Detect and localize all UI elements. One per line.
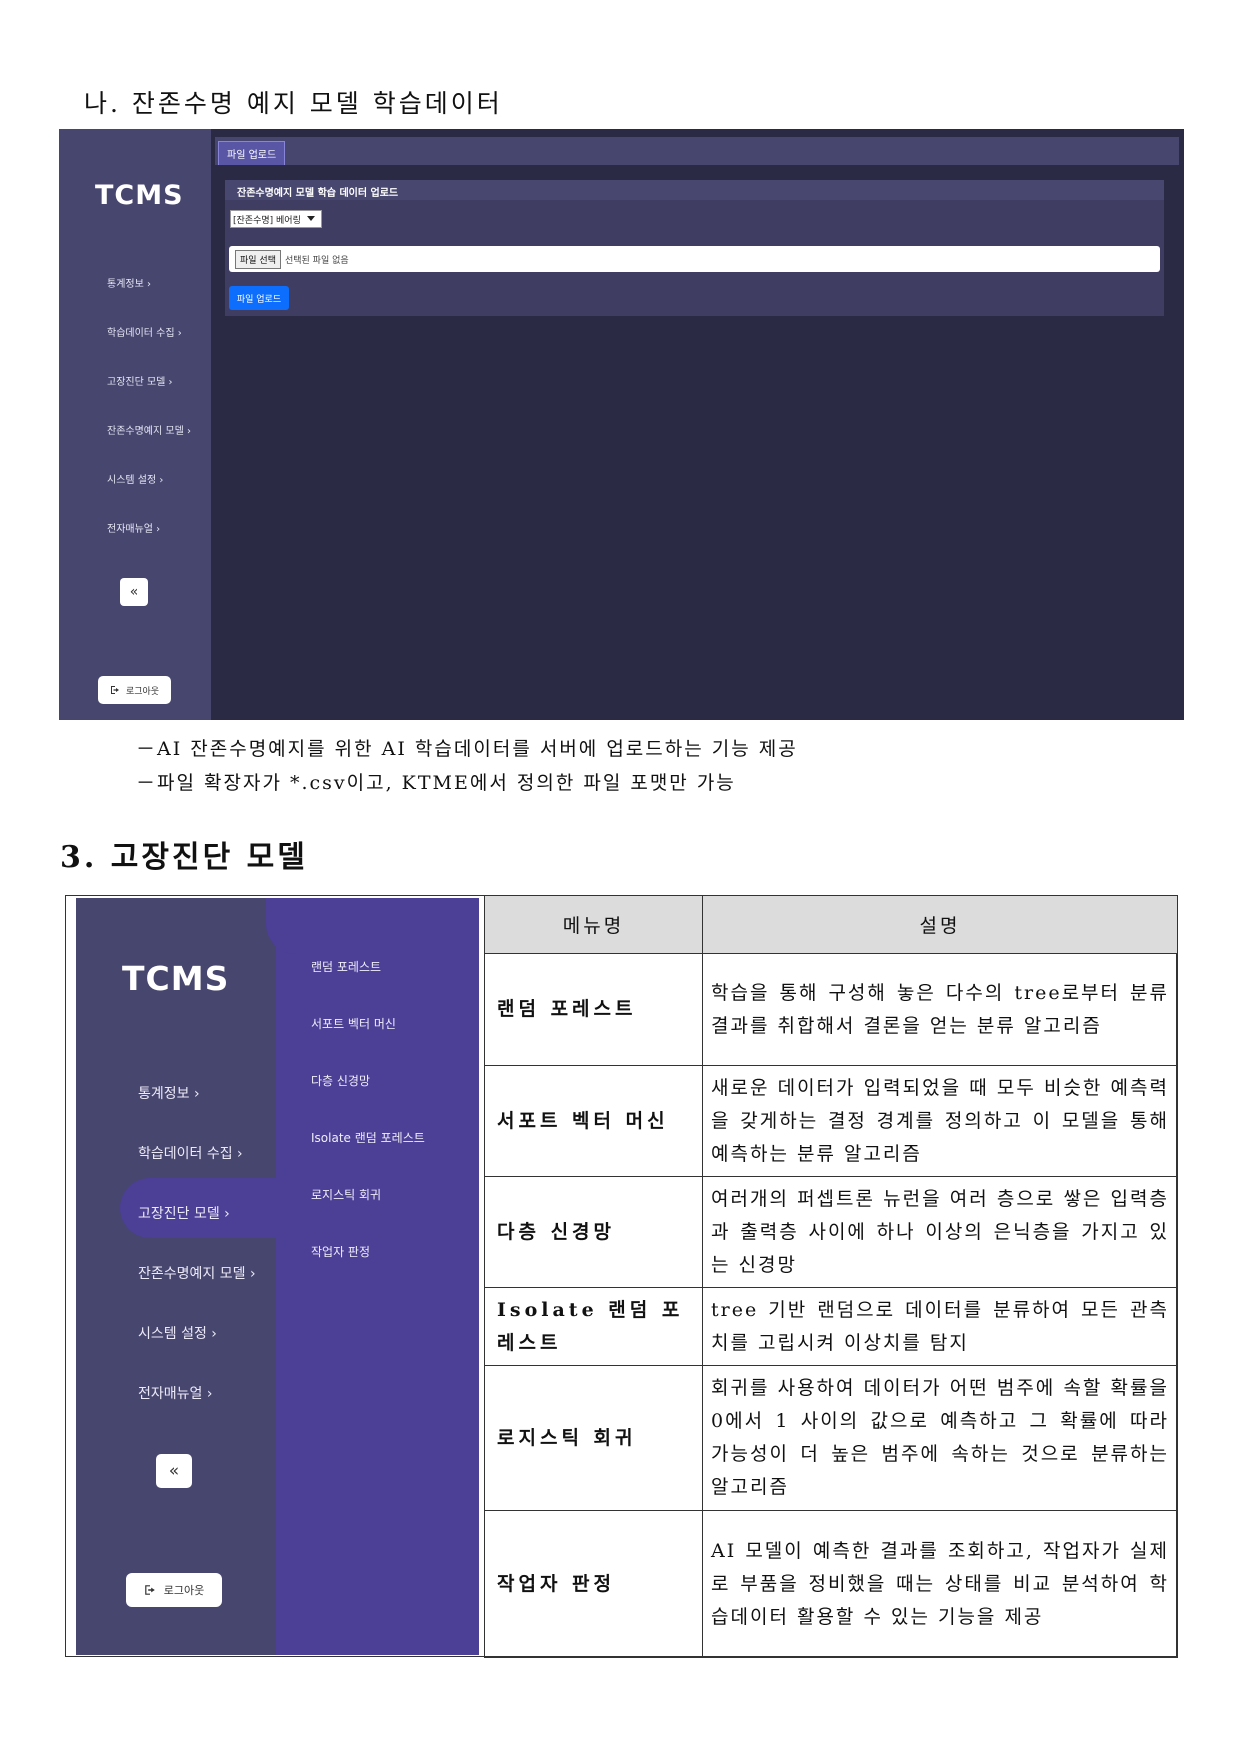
table-row: 서포트 벡터 머신 새로운 데이터가 입력되었을 때 모두 비슷한 예측력을 갖… [484, 1065, 1178, 1177]
logout-label: 로그아웃 [163, 1584, 205, 1597]
submenu-panel [276, 898, 479, 1655]
menu-name-cell: 다층 신경망 [484, 1176, 703, 1288]
description-cell: 회귀를 사용하여 데이터가 어떤 범주에 속할 확률을 0에서 1 사이의 값으… [702, 1365, 1178, 1511]
menu-name-cell: Isolate 랜덤 포레스트 [484, 1287, 703, 1366]
column-header-menu-name: 메뉴명 [484, 895, 703, 954]
sidebar-item-rul-model[interactable]: 잔존수명예지 모델 › [138, 1263, 256, 1283]
menu-description-table: 메뉴명 설명 랜덤 포레스트 학습을 통해 구성해 놓은 다수의 tree로부터… [484, 895, 1178, 1658]
submenu-item-worker-judgment[interactable]: 작업자 판정 [311, 1243, 370, 1260]
table-row: 랜덤 포레스트 학습을 통해 구성해 놓은 다수의 tree로부터 분류 결과를… [484, 953, 1178, 1066]
sidebar-item-system-settings[interactable]: 시스템 설정 › [107, 471, 163, 486]
fault-diagnosis-frame: TCMS 통계정보 › 학습데이터 수집 › 고장진단 모델 › 잔존수명예지 … [65, 895, 1178, 1658]
panel-header: 잔존수명예지 모델 학습 데이터 업로드 [225, 180, 1164, 200]
chevron-down-icon [306, 216, 315, 221]
description-cell: AI 모델이 예측한 결과를 조회하고, 작업자가 실제로 부품을 정비했을 때… [702, 1510, 1178, 1658]
fault-diagnosis-menu-screenshot: TCMS 통계정보 › 학습데이터 수집 › 고장진단 모델 › 잔존수명예지 … [76, 898, 479, 1655]
bullet-item: －AI 잔존수명예지를 위한 AI 학습데이터를 서버에 업로드하는 기능 제공 [136, 738, 798, 760]
logout-button[interactable]: 로그아웃 [98, 676, 171, 704]
table-row: Isolate 랜덤 포레스트 tree 기반 랜덤으로 데이터를 분류하여 모… [484, 1287, 1178, 1366]
submenu-item-mlp[interactable]: 다층 신경망 [311, 1072, 370, 1089]
table-row: 작업자 판정 AI 모델이 예측한 결과를 조회하고, 작업자가 실제로 부품을… [484, 1510, 1178, 1658]
logout-label: 로그아웃 [125, 686, 160, 697]
submenu-item-random-forest[interactable]: 랜덤 포레스트 [311, 958, 381, 975]
model-type-select[interactable]: [잔존수명] 베어링 [230, 210, 322, 228]
bullet-list: －AI 잔존수명예지를 위한 AI 학습데이터를 서버에 업로드하는 기능 제공… [136, 732, 798, 800]
sidebar-item-statistics[interactable]: 통계정보 › [138, 1083, 200, 1103]
subsection-heading: 나. 잔존수명 예지 모델 학습데이터 [84, 89, 503, 118]
table-row: 다층 신경망 여러개의 퍼셉트론 뉴런을 여러 층으로 쌓은 입력층과 출력층 … [484, 1176, 1178, 1288]
menu-name-cell: 랜덤 포레스트 [484, 953, 703, 1066]
submenu-item-isolation-forest[interactable]: Isolate 랜덤 포레스트 [311, 1129, 425, 1146]
tab-bar [215, 137, 1179, 165]
collapse-sidebar-button[interactable]: « [156, 1454, 192, 1488]
app-logo: TCMS [122, 959, 230, 998]
choose-file-button[interactable]: 파일 선택 [235, 249, 281, 269]
menu-name-cell: 로지스틱 회귀 [484, 1365, 703, 1511]
sidebar-item-statistics[interactable]: 통계정보 › [107, 275, 151, 290]
collapse-sidebar-button[interactable]: « [120, 578, 148, 606]
sidebar-item-manual[interactable]: 전자매뉴얼 › [107, 520, 160, 535]
panel-title: 잔존수명예지 모델 학습 데이터 업로드 [237, 188, 399, 199]
rul-upload-screenshot: TCMS 통계정보 › 학습데이터 수집 › 고장진단 모델 › 잔존수명예지 … [59, 129, 1184, 720]
bullet-item: －파일 확장자가 *.csv이고, KTME에서 정의한 파일 포맷만 가능 [136, 772, 736, 794]
upload-panel: 잔존수명예지 모델 학습 데이터 업로드 [잔존수명] 베어링 파일 선택 선택… [225, 180, 1164, 316]
tab-file-upload[interactable]: 파일 업로드 [218, 141, 286, 165]
model-type-select-value: [잔존수명] 베어링 [233, 215, 301, 226]
table-header-row: 메뉴명 설명 [484, 895, 1178, 954]
table-row: 로지스틱 회귀 회귀를 사용하여 데이터가 어떤 범주에 속할 확률을 0에서 … [484, 1365, 1178, 1511]
column-header-description: 설명 [702, 895, 1178, 954]
upload-button[interactable]: 파일 업로드 [229, 286, 289, 310]
file-input[interactable]: 파일 선택 선택된 파일 없음 [229, 246, 1160, 272]
description-cell: 새로운 데이터가 입력되었을 때 모두 비슷한 예측력을 갖게하는 결정 경계를… [702, 1065, 1178, 1177]
logout-button[interactable]: 로그아웃 [126, 1573, 222, 1607]
description-cell: 학습을 통해 구성해 놓은 다수의 tree로부터 분류 결과를 취합해서 결론… [702, 953, 1178, 1066]
submenu-item-logistic-regression[interactable]: 로지스틱 회귀 [311, 1186, 381, 1203]
description-cell: 여러개의 퍼셉트론 뉴런을 여러 층으로 쌓은 입력층과 출력층 사이에 하나 … [702, 1176, 1178, 1288]
sidebar-item-training-data[interactable]: 학습데이터 수집 › [107, 324, 182, 339]
sidebar-item-rul-model[interactable]: 잔존수명예지 모델 › [107, 422, 191, 437]
sidebar: TCMS 통계정보 › 학습데이터 수집 › 고장진단 모델 › 잔존수명예지 … [59, 129, 211, 720]
menu-name-cell: 서포트 벡터 머신 [484, 1065, 703, 1177]
description-cell: tree 기반 랜덤으로 데이터를 분류하여 모든 관측치를 고립시켜 이상치를… [702, 1287, 1178, 1366]
app-logo: TCMS [95, 180, 184, 211]
sidebar-item-fault-diagnosis[interactable]: 고장진단 모델 › [107, 373, 173, 388]
sidebar-item-training-data[interactable]: 학습데이터 수집 › [138, 1143, 243, 1163]
submenu-item-svm[interactable]: 서포트 벡터 머신 [311, 1015, 396, 1032]
sidebar-item-fault-diagnosis[interactable]: 고장진단 모델 › [138, 1203, 230, 1223]
logout-icon [144, 1585, 155, 1595]
section-heading: 3. 고장진단 모델 [60, 840, 308, 875]
sidebar-item-system-settings[interactable]: 시스템 설정 › [138, 1323, 217, 1343]
menu-name-cell: 작업자 판정 [484, 1510, 703, 1658]
file-status-text: 선택된 파일 없음 [284, 255, 349, 266]
logout-icon [110, 686, 119, 694]
sidebar-item-manual[interactable]: 전자매뉴얼 › [138, 1383, 212, 1403]
